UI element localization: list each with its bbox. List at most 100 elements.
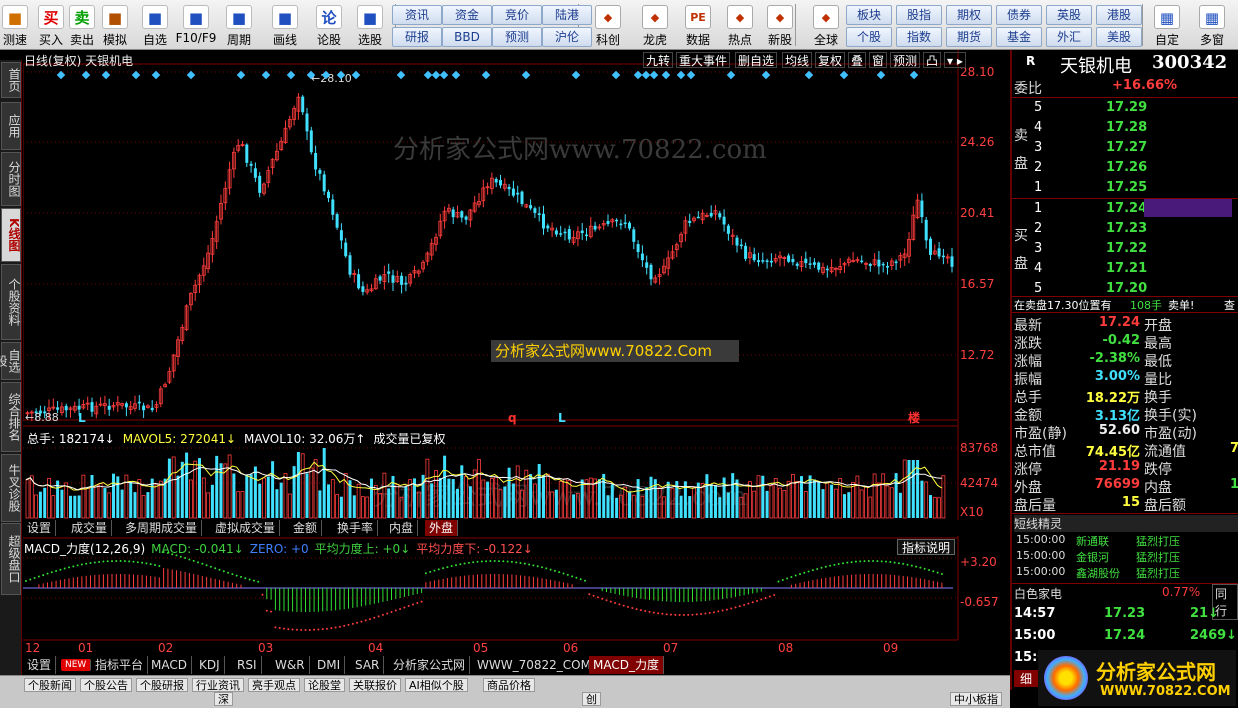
volume-tab-内盘[interactable]: 内盘 <box>385 520 419 536</box>
chart-marker[interactable]: L <box>78 411 86 425</box>
nav-超级盘口[interactable]: 超级盘口 <box>1 523 21 595</box>
chart-tag-预测[interactable]: 预测 <box>890 52 921 68</box>
quick-button[interactable]: BBD <box>442 27 492 47</box>
market-button[interactable]: 外汇 <box>1046 27 1092 47</box>
chart-tag-均线[interactable]: 均线 <box>782 52 813 68</box>
buy-price[interactable]: 17.20 <box>1106 281 1147 296</box>
buy-price[interactable]: 17.23 <box>1106 221 1147 236</box>
indicator-tab-设置[interactable]: 设置 <box>23 656 57 674</box>
event-diamond[interactable] <box>451 70 461 80</box>
market-button[interactable]: 基金 <box>996 27 1042 47</box>
kline-chart[interactable]: 28.1024.2620.4116.5712.728376842474X10+3… <box>22 50 1007 658</box>
event-diamond[interactable] <box>611 70 621 80</box>
indicator-tab-KDJ[interactable]: KDJ <box>195 656 225 674</box>
volume-tab-设置[interactable]: 设置 <box>23 520 57 536</box>
status-亮手观点[interactable]: 亮手观点 <box>248 678 300 692</box>
nav-首页[interactable]: 首页 <box>1 62 21 98</box>
market-button[interactable]: 股指 <box>896 5 942 25</box>
volume-tab-成交量[interactable]: 成交量 <box>67 520 113 536</box>
chart-tag-叠[interactable]: 叠 <box>848 52 867 68</box>
全球-toolbar-button[interactable]: ◆ 全球 <box>808 0 844 50</box>
event-diamond[interactable] <box>726 70 736 80</box>
选股-toolbar-button[interactable]: ■ 选股 <box>350 0 390 50</box>
quick-button[interactable]: 陆港 <box>542 5 592 25</box>
quick-button[interactable]: 沪伦 <box>542 27 592 47</box>
chart-tag-重大事件[interactable]: 重大事件 <box>676 52 731 68</box>
status-论股堂[interactable]: 论股堂 <box>304 678 345 692</box>
sector-name[interactable]: 白色家电 <box>1014 585 1062 602</box>
volume-tab-外盘[interactable]: 外盘 <box>425 520 459 536</box>
status-关联报价[interactable]: 关联报价 <box>349 678 401 692</box>
sell-price[interactable]: 17.26 <box>1106 160 1147 175</box>
chart-marker[interactable]: 楼 <box>908 410 920 425</box>
画线-toolbar-button[interactable]: ■ 画线 <box>262 0 308 50</box>
sell-price[interactable]: 17.25 <box>1106 180 1147 195</box>
nav-综合排名[interactable]: 综合排名 <box>1 382 21 452</box>
chart-tag-删自选[interactable]: 删自选 <box>735 52 778 68</box>
event-diamond[interactable] <box>286 70 296 80</box>
market-button[interactable]: 期货 <box>946 27 992 47</box>
event-diamond[interactable] <box>686 70 696 80</box>
event-diamond[interactable] <box>839 70 849 80</box>
indicator-tab-W&R[interactable]: W&R <box>271 656 310 674</box>
周期-toolbar-button[interactable]: ■ 周期 <box>218 0 260 50</box>
热点-toolbar-button[interactable]: ◆ 热点 <box>722 0 758 50</box>
论股-toolbar-button[interactable]: 论论股 <box>309 0 349 50</box>
sell-price[interactable]: 17.28 <box>1106 120 1147 135</box>
jingling-stock[interactable]: 鑫湖股份 <box>1076 565 1120 581</box>
market-button[interactable]: 债券 <box>996 5 1042 25</box>
status-个股研报[interactable]: 个股研报 <box>136 678 188 692</box>
indicator-tab-NEW[interactable]: NEW <box>61 659 92 671</box>
buy-price[interactable]: 17.22 <box>1106 241 1147 256</box>
indicator-help-button[interactable]: 指标说明 <box>897 539 956 555</box>
event-diamond[interactable] <box>571 70 581 80</box>
chart-tag-凸[interactable]: 凸 <box>923 52 942 68</box>
chart-tag-复权[interactable]: 复权 <box>815 52 846 68</box>
sell-price[interactable]: 17.27 <box>1106 140 1147 155</box>
volume-tab-虚拟成交量[interactable]: 虚拟成交量 <box>211 520 281 536</box>
status-sz-index[interactable]: 深 <box>214 692 233 706</box>
status-个股公告[interactable]: 个股公告 <box>80 678 132 692</box>
indicator-tab-WWW_70822_COM[interactable]: WWW_70822_COM <box>473 656 596 674</box>
event-diamond[interactable] <box>431 70 441 80</box>
quick-button[interactable]: 资金 <box>442 5 492 25</box>
chart-tag-窗[interactable]: 窗 <box>869 52 888 68</box>
chart-tag-九转[interactable]: 九转 <box>643 52 674 68</box>
indicator-tab-SAR[interactable]: SAR <box>351 656 385 674</box>
新股-toolbar-button[interactable]: ◆ 新股 <box>762 0 798 50</box>
status-sme-index[interactable]: 中小板指 <box>950 692 1002 706</box>
kline-chart-panel[interactable]: 28.10 24.26 20.41 16.57 12.72 83768 42474 X10 +3… <box>22 50 1007 658</box>
nav-应用[interactable]: 应用 <box>1 102 21 150</box>
nav-个股资料[interactable]: 个股资料 <box>1 264 21 340</box>
sell-price[interactable]: 17.29 <box>1106 100 1147 115</box>
status-个股新闻[interactable]: 个股新闻 <box>24 678 76 692</box>
indicator-tab-指标平台[interactable]: 指标平台 <box>91 656 149 674</box>
模拟-toolbar-button[interactable]: ■ 模拟 <box>98 0 132 50</box>
nav-分时图[interactable]: 分时图 <box>1 152 21 206</box>
测速-toolbar-button[interactable]: ■ 测速 <box>0 0 30 50</box>
status-行业资讯[interactable]: 行业资讯 <box>192 678 244 692</box>
科创-toolbar-button[interactable]: ◆ 科创 <box>590 0 626 50</box>
多窗-toolbar-button[interactable]: ▦ 多窗 <box>1192 0 1232 50</box>
indicator-tab-RSI[interactable]: RSI <box>233 656 262 674</box>
status-商品价格[interactable]: 商品价格 <box>483 678 535 692</box>
nav-K线图[interactable]: K线图 <box>1 208 21 262</box>
market-button[interactable]: 指数 <box>896 27 942 47</box>
chart-marker[interactable]: L <box>558 411 566 425</box>
market-button[interactable]: 个股 <box>846 27 892 47</box>
龙虎-toolbar-button[interactable]: ◆ 龙虎 <box>637 0 673 50</box>
数据-toolbar-button[interactable]: PE 数据 <box>680 0 716 50</box>
jingling-stock[interactable]: 金银河 <box>1076 549 1109 565</box>
buy-price[interactable]: 17.24 <box>1106 201 1147 216</box>
chart-marker[interactable]: q <box>508 411 517 425</box>
detail-tab[interactable]: 细 <box>1014 670 1039 687</box>
market-button[interactable]: 美股 <box>1096 27 1142 47</box>
market-button[interactable]: 板块 <box>846 5 892 25</box>
买入-toolbar-button[interactable]: 买买入 <box>36 0 66 50</box>
自定-toolbar-button[interactable]: ▦ 自定 <box>1147 0 1187 50</box>
indicator-tab-MACD[interactable]: MACD <box>147 656 192 674</box>
event-diamond[interactable] <box>186 70 196 80</box>
market-button[interactable]: 港股 <box>1096 5 1142 25</box>
buy-price[interactable]: 17.21 <box>1106 261 1147 276</box>
event-diamond[interactable] <box>439 70 449 80</box>
